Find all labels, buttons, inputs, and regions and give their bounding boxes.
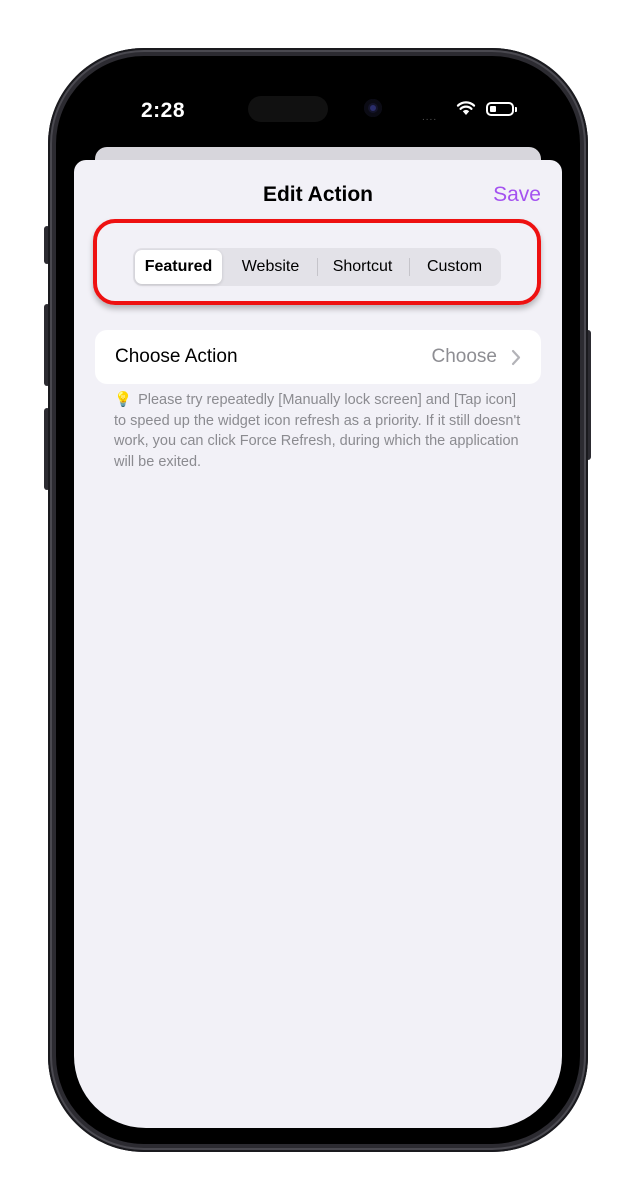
refresh-hint-text: Please try repeatedly [Manually lock scr… [114, 392, 521, 470]
page-title: Edit Action [262, 183, 374, 206]
save-button[interactable]: Save [493, 183, 541, 207]
battery-icon [486, 102, 517, 116]
front-camera [364, 99, 382, 117]
phone-screen: 2:28 .... Edit Action Save Featured Webs… [74, 72, 562, 1128]
cellular-signal-icon: .... [422, 112, 438, 123]
status-bar: 2:28 .... [74, 72, 562, 152]
highlight-annotation [93, 219, 541, 305]
lightbulb-icon: 💡 [114, 392, 133, 408]
choose-action-row[interactable]: Choose Action Choose [95, 330, 541, 384]
choose-action-label: Choose Action [115, 346, 238, 367]
chevron-right-icon [511, 349, 521, 366]
choose-action-value: Choose [431, 346, 498, 367]
wifi-icon [456, 101, 476, 115]
refresh-hint-note: 💡 Please try repeatedly [Manually lock sc… [114, 390, 524, 472]
dynamic-island [248, 96, 328, 122]
status-time: 2:28 [141, 99, 186, 122]
edit-action-sheet: Edit Action Save Featured Website Shortc… [74, 160, 562, 1128]
